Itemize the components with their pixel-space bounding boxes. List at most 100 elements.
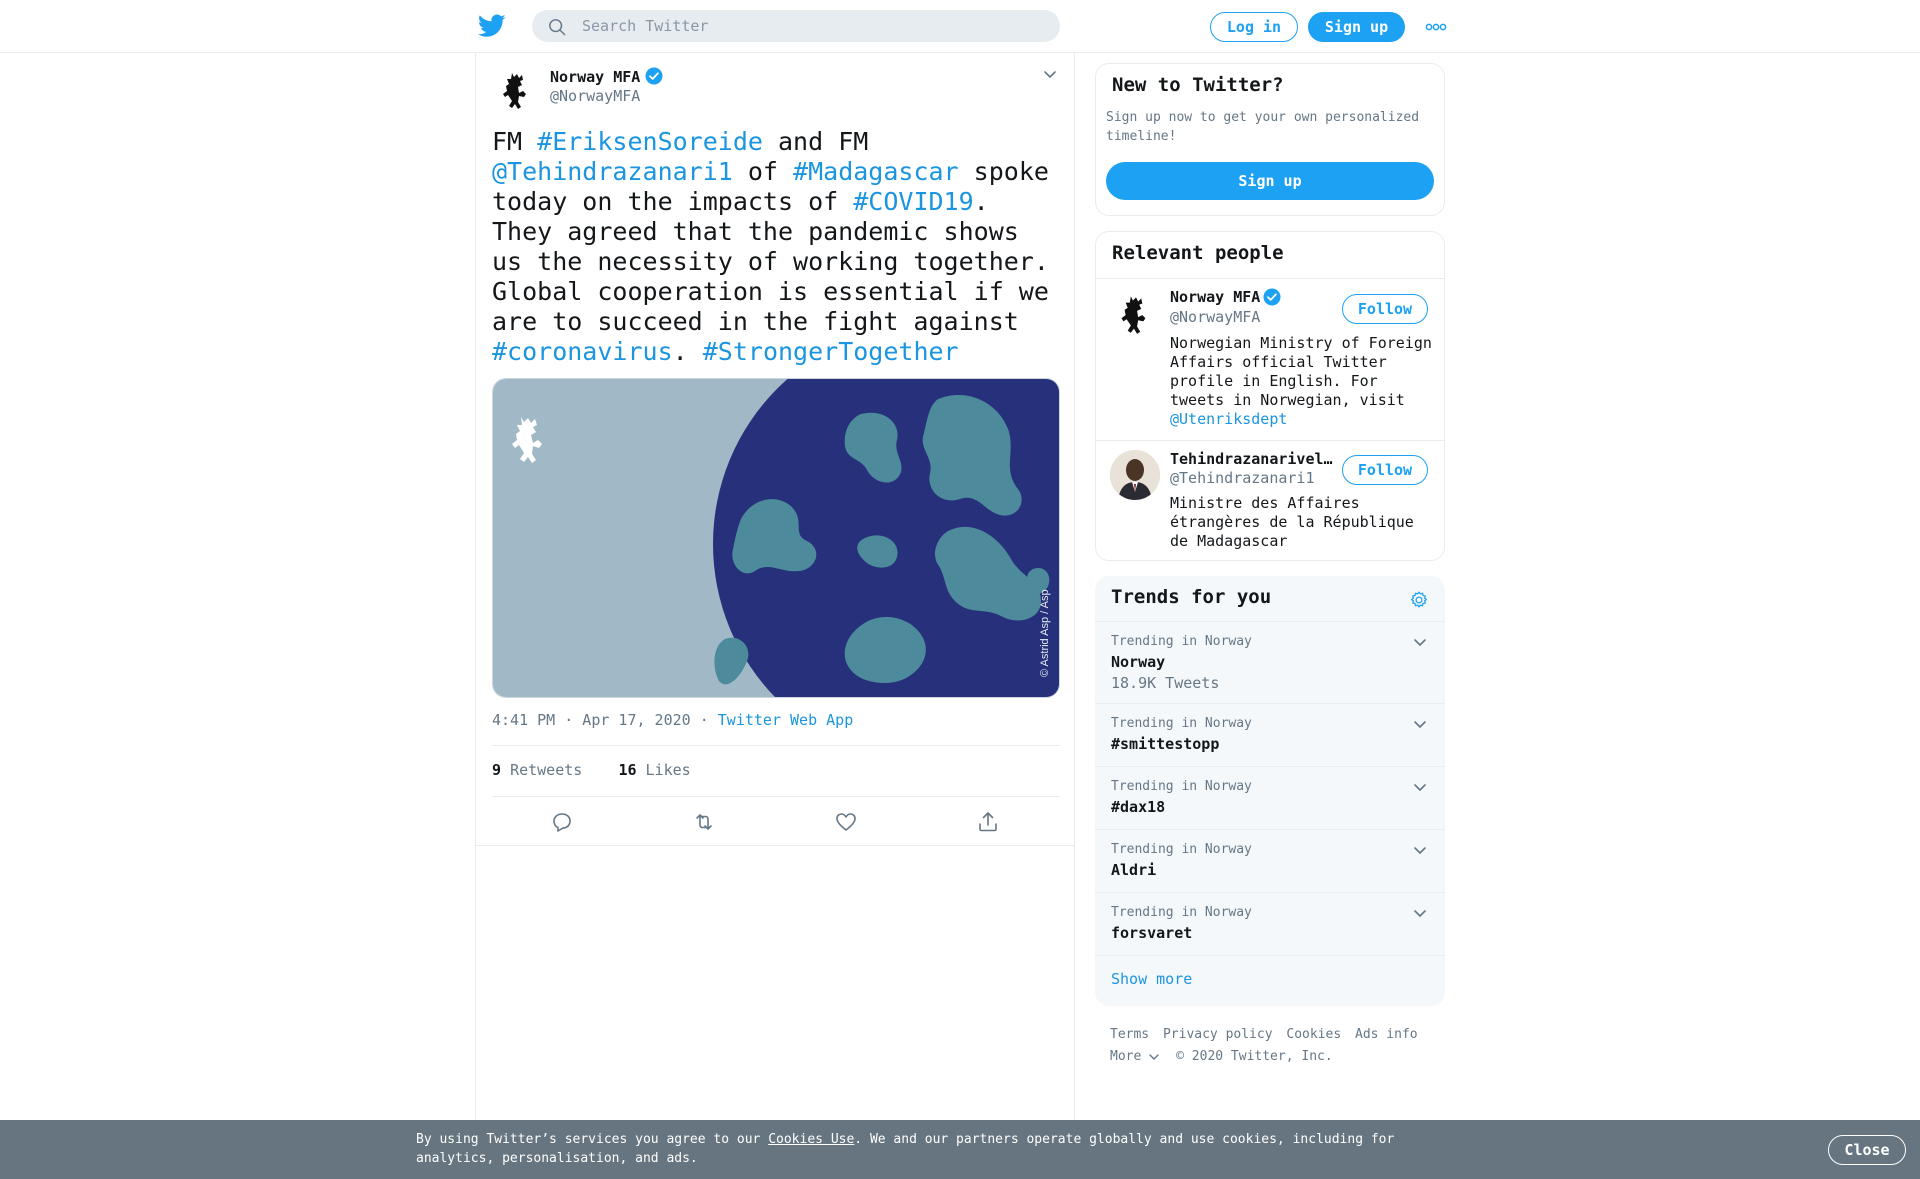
reply-icon[interactable] [550, 810, 574, 834]
follow-button[interactable]: Follow [1342, 294, 1428, 324]
card-title: Trends for you [1111, 586, 1272, 608]
trend-context: Trending in Norway [1111, 716, 1252, 731]
person-handle[interactable]: @Tehindrazanari1 [1170, 469, 1315, 487]
trend-item[interactable]: Trending in Norway Aldri [1095, 830, 1445, 893]
tweet-text-segment: and FM [762, 127, 869, 156]
cookie-consent-bar: By using Twitter’s services you agree to… [0, 1120, 1920, 1179]
trend-item[interactable]: Trending in Norway #smittestopp [1095, 704, 1445, 767]
person-name[interactable]: Tehindrazanarivelo Djacoba [1170, 450, 1338, 468]
trend-count: 18.9K Tweets [1111, 674, 1220, 692]
author-name[interactable]: Norway MFA [550, 68, 640, 86]
login-button[interactable]: Log in [1210, 12, 1298, 42]
divider [476, 845, 1074, 846]
footer-link-privacy[interactable]: Privacy policy [1163, 1027, 1273, 1042]
gear-icon[interactable] [1409, 590, 1429, 610]
search-icon [549, 19, 566, 36]
trend-context: Trending in Norway [1111, 905, 1252, 920]
trend-context: Trending in Norway [1111, 842, 1252, 857]
cookies-use-link[interactable]: Cookies Use [768, 1132, 854, 1147]
search-input[interactable] [582, 10, 1042, 42]
chevron-down-icon[interactable] [1413, 720, 1427, 730]
more-dots-icon[interactable] [1425, 22, 1447, 32]
person-bio: Norwegian Ministry of Foreign Affairs of… [1170, 334, 1438, 429]
author-avatar[interactable] [492, 65, 540, 113]
divider [492, 745, 1060, 746]
tweet-entity-link[interactable]: #EriksenSoreide [537, 127, 763, 156]
bio-text: Norwegian Ministry of Foreign Affairs of… [1170, 334, 1432, 409]
card-title: Relevant people [1112, 242, 1284, 264]
image-credit: © Astrid Asp / Asp [1039, 589, 1051, 677]
card-title: New to Twitter? [1112, 74, 1284, 96]
trend-item[interactable]: Trending in Norway #dax18 [1095, 767, 1445, 830]
chevron-down-icon[interactable] [1413, 846, 1427, 856]
footer-more-menu[interactable]: More [1110, 1049, 1160, 1064]
person-bio: Ministre des Affaires étrangères de la R… [1170, 494, 1414, 550]
show-more-link[interactable]: Show more [1111, 970, 1192, 988]
like-heart-icon[interactable] [834, 810, 858, 834]
likes-count: 16 [618, 761, 637, 779]
trend-name[interactable]: Norway [1111, 653, 1165, 671]
person-photo [1110, 450, 1160, 500]
tweet-entity-link[interactable]: #Madagascar [793, 157, 959, 186]
trend-context: Trending in Norway [1111, 634, 1252, 649]
chevron-down-icon[interactable] [1413, 783, 1427, 793]
tweet-entity-link[interactable]: #coronavirus [492, 337, 673, 366]
search-box[interactable] [532, 10, 1060, 42]
signup-button[interactable]: Sign up [1308, 12, 1405, 42]
trend-name[interactable]: forsvaret [1111, 924, 1192, 942]
twitter-bird-icon[interactable] [478, 14, 506, 38]
tweet-column: Norway MFA @NorwayMFA FM #EriksenSoreide… [475, 53, 1075, 1120]
trend-context: Trending in Norway [1111, 779, 1252, 794]
relevant-people-card: Relevant people Norway MFA @NorwayMFA Fo… [1095, 231, 1445, 561]
person-avatar[interactable] [1110, 288, 1160, 338]
globe-illustration: © Astrid Asp / Asp [493, 379, 1059, 697]
share-icon[interactable] [976, 810, 1000, 834]
follow-button[interactable]: Follow [1342, 455, 1428, 485]
tweet-entity-link[interactable]: #StrongerTogether [703, 337, 959, 366]
tweet-timestamp[interactable]: 4:41 PM · Apr 17, 2020 [492, 711, 691, 729]
footer-link-ads-info[interactable]: Ads info [1355, 1027, 1418, 1042]
tweet-meta: 4:41 PM · Apr 17, 2020 · Twitter Web App [492, 711, 853, 729]
bio-mention-link[interactable]: @Utenriksdept [1170, 410, 1287, 428]
trend-item[interactable]: Trending in Norway Norway 18.9K Tweets [1095, 622, 1445, 704]
footer-link-cookies[interactable]: Cookies [1286, 1027, 1341, 1042]
author-handle[interactable]: @NorwayMFA [550, 87, 640, 105]
footer-link-terms[interactable]: Terms [1110, 1027, 1149, 1042]
card-subtitle: Sign up now to get your own personalized… [1106, 110, 1420, 144]
tweet-text-segment: FM [492, 127, 538, 156]
tweet-text: FM #EriksenSoreide and FM @Tehindrazanar… [492, 127, 1058, 367]
tweet-stats: 9 Retweets 16 Likes [492, 761, 691, 779]
person-avatar[interactable] [1110, 450, 1160, 500]
chevron-down-icon [1149, 1053, 1160, 1060]
trend-item[interactable]: Trending in Norway forsvaret [1095, 893, 1445, 956]
tweet-image[interactable]: © Astrid Asp / Asp [492, 378, 1060, 698]
retweets-label: Retweets [510, 761, 583, 779]
person-handle[interactable]: @NorwayMFA [1170, 308, 1260, 326]
trend-name[interactable]: #dax18 [1111, 798, 1165, 816]
retweets-count: 9 [492, 761, 502, 779]
footer-more-label: More [1110, 1049, 1142, 1064]
new-to-twitter-card: New to Twitter? Sign up now to get your … [1095, 63, 1445, 216]
person-name[interactable]: Norway MFA [1170, 288, 1260, 306]
likes-stat[interactable]: 16 Likes [618, 761, 690, 779]
close-button[interactable]: Close [1828, 1135, 1906, 1165]
verified-badge-icon [645, 67, 663, 85]
chevron-down-icon[interactable] [1413, 909, 1427, 919]
tweet-source-link[interactable]: Twitter Web App [718, 711, 853, 729]
sidebar-footer: Terms Privacy policy Cookies Ads info Mo… [1110, 1024, 1424, 1068]
chevron-down-icon[interactable] [1042, 69, 1058, 81]
retweet-icon[interactable] [692, 810, 716, 834]
trend-name[interactable]: Aldri [1111, 861, 1156, 879]
top-bar: Log in Sign up [0, 0, 1920, 53]
meta-separator: · [699, 711, 709, 729]
chevron-down-icon[interactable] [1413, 638, 1427, 648]
retweets-stat[interactable]: 9 Retweets [492, 761, 582, 779]
divider [1096, 440, 1444, 441]
tweet-entity-link[interactable]: @Tehindrazanari1 [492, 157, 733, 186]
sidebar-signup-button[interactable]: Sign up [1106, 162, 1434, 200]
tweet-text-segment: of [732, 157, 794, 186]
trend-name[interactable]: #smittestopp [1111, 735, 1219, 753]
tweet-entity-link[interactable]: #COVID19 [853, 187, 973, 216]
likes-label: Likes [645, 761, 691, 779]
footer-copyright: © 2020 Twitter, Inc. [1176, 1049, 1333, 1064]
